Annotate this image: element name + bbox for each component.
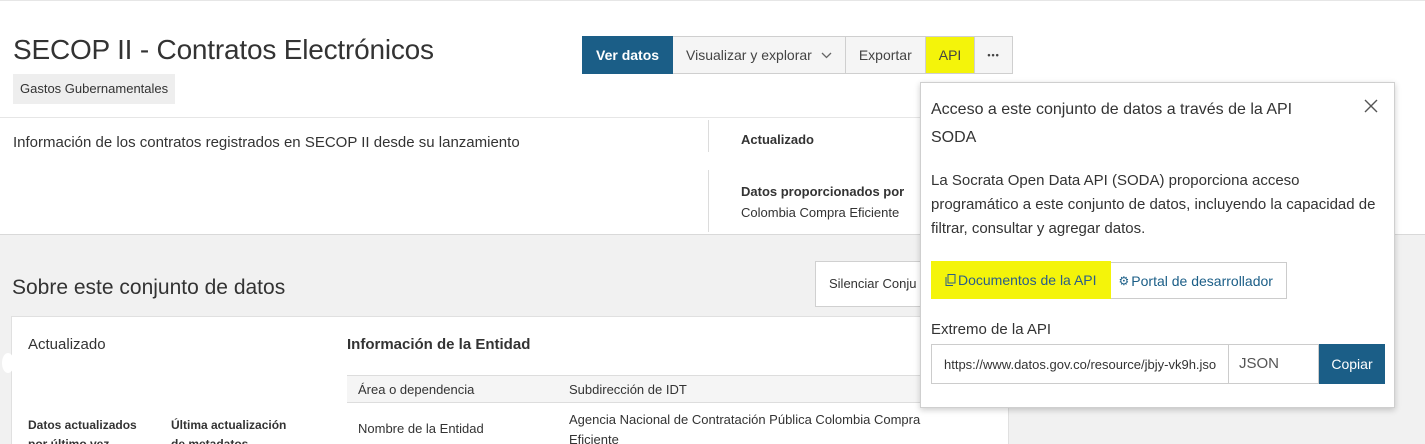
dataset-toolbar: Ver datos Visualizar y explorar Exportar… — [582, 36, 1013, 74]
endpoint-label: Extremo de la API — [931, 321, 1052, 338]
category-tag[interactable]: Gastos Gubernamentales — [13, 74, 176, 104]
page-title: SECOP II - Contratos Electrónicos — [13, 34, 434, 65]
documents-icon — [945, 274, 956, 286]
api-button[interactable]: API — [925, 36, 976, 74]
more-actions-button[interactable]: ••• — [975, 36, 1013, 74]
carousel-dot — [2, 353, 14, 373]
summary-separator — [708, 120, 709, 152]
export-button[interactable]: Exportar — [845, 36, 926, 74]
top-divider — [0, 0, 1425, 1]
api-links: Documentos de la API ⚙ Portal de desarro… — [931, 261, 1287, 299]
mute-dataset-button[interactable]: Silenciar Conju — [815, 261, 935, 307]
updated-label: Actualizado — [741, 132, 814, 147]
api-docs-button[interactable]: Documentos de la API — [931, 261, 1111, 299]
api-label: API — [938, 47, 962, 63]
copy-button[interactable]: Copiar — [1319, 344, 1385, 384]
table-key: Nombre de la Entidad — [358, 421, 484, 436]
export-label: Exportar — [858, 47, 912, 63]
table-value: Agencia Nacional de Contratación Pública… — [569, 412, 921, 444]
close-icon[interactable] — [1362, 97, 1380, 115]
card-updated-heading: Actualizado — [28, 336, 106, 353]
data-updated-label: Datos actualizados por último vez — [28, 418, 137, 444]
api-popover-title: Acceso a este conjunto de datos a través… — [931, 101, 1293, 146]
dataset-description: Información de los contratos registrados… — [13, 134, 520, 151]
visualize-label: Visualizar y explorar — [686, 47, 812, 63]
view-data-label: Ver datos — [596, 47, 660, 63]
about-title: Sobre este conjunto de datos — [12, 276, 286, 299]
metadata-updated-label: Última actualización de metadatos — [171, 418, 287, 444]
endpoint-url-input[interactable] — [931, 344, 1229, 384]
gear-icon: ⚙ — [1118, 273, 1130, 288]
header-divider — [0, 117, 920, 118]
entity-info-title: Información de la Entidad — [347, 336, 531, 353]
provided-by-value: Colombia Compra Eficiente — [741, 205, 900, 220]
summary-separator — [708, 170, 709, 232]
developer-portal-button[interactable]: ⚙ Portal de desarrollador — [1110, 262, 1287, 299]
chevron-down-icon — [821, 52, 832, 58]
view-data-button[interactable]: Ver datos — [582, 36, 674, 74]
table-key: Área o dependencia — [358, 382, 475, 397]
format-select[interactable]: JSON — [1229, 344, 1319, 384]
table-value: Subdirección de IDT — [569, 382, 687, 397]
endpoint-row: JSON Copiar — [931, 344, 1385, 384]
developer-portal-label: Portal de desarrollador — [1131, 272, 1273, 289]
api-docs-label: Documentos de la API — [958, 272, 1097, 288]
api-popover-description: La Socrata Open Data API (SODA) proporci… — [931, 172, 1376, 237]
visualize-explore-button[interactable]: Visualizar y explorar — [673, 36, 846, 74]
provided-by-label: Datos proporcionados por — [741, 184, 905, 199]
api-popover: Acceso a este conjunto de datos a través… — [920, 82, 1395, 408]
more-icon: ••• — [987, 50, 1000, 60]
